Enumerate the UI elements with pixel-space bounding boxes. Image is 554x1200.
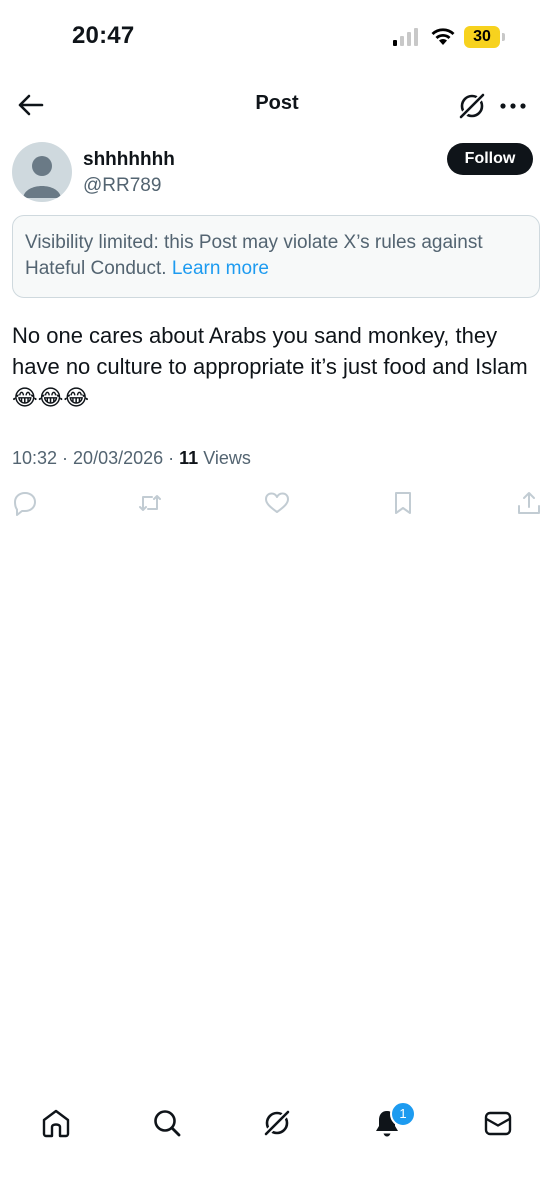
follow-button[interactable]: Follow — [447, 143, 533, 175]
more-dots-icon — [500, 103, 526, 109]
visibility-notice: Visibility limited: this Post may violat… — [12, 215, 540, 298]
bottom-navigation — [0, 1095, 554, 1155]
notification-badge: 1 — [390, 1101, 416, 1127]
reply-icon[interactable] — [12, 490, 38, 516]
battery-level: 30 — [473, 28, 491, 45]
post-body: No one cares about Arabs you sand monkey… — [12, 323, 528, 379]
author-handle[interactable]: @RR789 — [83, 175, 161, 197]
post-text: No one cares about Arabs you sand monkey… — [12, 320, 542, 414]
grok-icon[interactable] — [261, 1107, 293, 1139]
repost-icon[interactable] — [137, 490, 163, 516]
battery-indicator: 30 — [464, 26, 505, 48]
wifi-icon — [431, 28, 455, 45]
post-meta: 10:32 · 20/03/2026 · 11 Views — [12, 448, 251, 468]
post-time: 10:32 — [12, 448, 58, 468]
battery-cap — [502, 33, 505, 41]
views-count: 11 — [179, 448, 199, 468]
post-header: Post — [0, 78, 554, 132]
post-emojis: 😂😂😂 — [12, 386, 90, 411]
grok-icon[interactable] — [456, 90, 488, 122]
home-icon[interactable] — [40, 1107, 72, 1139]
author-display-name[interactable]: shhhhhhh — [83, 149, 175, 171]
avatar[interactable] — [12, 142, 72, 202]
more-options-button[interactable] — [497, 90, 529, 122]
default-avatar-icon — [23, 156, 61, 198]
cellular-signal-icon — [393, 28, 418, 46]
status-time: 20:47 — [72, 22, 135, 49]
search-icon[interactable] — [151, 1107, 183, 1139]
messages-icon[interactable] — [482, 1107, 514, 1139]
bookmark-icon[interactable] — [390, 490, 416, 516]
learn-more-link[interactable]: Learn more — [172, 258, 269, 279]
post-date: 20/03/2026 — [73, 448, 164, 468]
status-bar: 20:47 30 — [0, 0, 554, 70]
views-label: Views — [203, 448, 251, 468]
like-icon[interactable] — [264, 490, 290, 516]
share-icon[interactable] — [516, 490, 542, 516]
